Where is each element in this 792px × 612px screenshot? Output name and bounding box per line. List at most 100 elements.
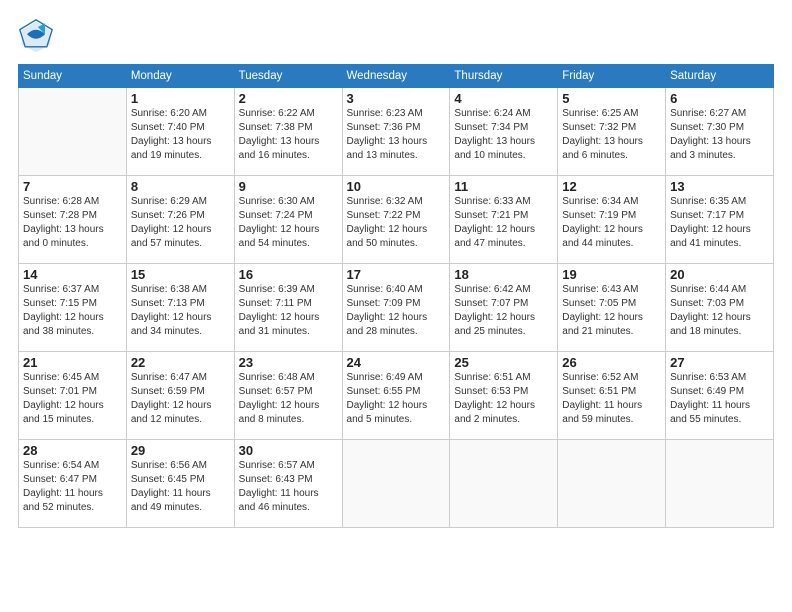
day-number: 10 (347, 179, 446, 194)
day-info: Sunrise: 6:32 AM Sunset: 7:22 PM Dayligh… (347, 195, 446, 251)
calendar-cell: 19Sunrise: 6:43 AM Sunset: 7:05 PM Dayli… (558, 264, 666, 352)
calendar-week-row: 1Sunrise: 6:20 AM Sunset: 7:40 PM Daylig… (19, 88, 774, 176)
calendar-cell: 29Sunrise: 6:56 AM Sunset: 6:45 PM Dayli… (126, 440, 234, 528)
calendar-header-thursday: Thursday (450, 65, 558, 88)
calendar-cell: 27Sunrise: 6:53 AM Sunset: 6:49 PM Dayli… (666, 352, 774, 440)
day-number: 5 (562, 91, 661, 106)
calendar-cell: 24Sunrise: 6:49 AM Sunset: 6:55 PM Dayli… (342, 352, 450, 440)
calendar-header-sunday: Sunday (19, 65, 127, 88)
calendar-cell: 30Sunrise: 6:57 AM Sunset: 6:43 PM Dayli… (234, 440, 342, 528)
day-number: 2 (239, 91, 338, 106)
calendar-cell: 28Sunrise: 6:54 AM Sunset: 6:47 PM Dayli… (19, 440, 127, 528)
calendar-cell: 5Sunrise: 6:25 AM Sunset: 7:32 PM Daylig… (558, 88, 666, 176)
calendar-header-row: SundayMondayTuesdayWednesdayThursdayFrid… (19, 65, 774, 88)
day-number: 1 (131, 91, 230, 106)
calendar-cell: 26Sunrise: 6:52 AM Sunset: 6:51 PM Dayli… (558, 352, 666, 440)
day-info: Sunrise: 6:42 AM Sunset: 7:07 PM Dayligh… (454, 283, 553, 339)
calendar-cell: 2Sunrise: 6:22 AM Sunset: 7:38 PM Daylig… (234, 88, 342, 176)
calendar-cell: 10Sunrise: 6:32 AM Sunset: 7:22 PM Dayli… (342, 176, 450, 264)
day-number: 15 (131, 267, 230, 282)
header (18, 18, 774, 54)
day-number: 27 (670, 355, 769, 370)
day-number: 4 (454, 91, 553, 106)
calendar-cell: 21Sunrise: 6:45 AM Sunset: 7:01 PM Dayli… (19, 352, 127, 440)
day-number: 14 (23, 267, 122, 282)
day-number: 12 (562, 179, 661, 194)
day-number: 23 (239, 355, 338, 370)
day-number: 18 (454, 267, 553, 282)
calendar-table: SundayMondayTuesdayWednesdayThursdayFrid… (18, 64, 774, 528)
calendar-cell: 3Sunrise: 6:23 AM Sunset: 7:36 PM Daylig… (342, 88, 450, 176)
day-number: 19 (562, 267, 661, 282)
day-number: 24 (347, 355, 446, 370)
day-info: Sunrise: 6:25 AM Sunset: 7:32 PM Dayligh… (562, 107, 661, 163)
calendar-week-row: 28Sunrise: 6:54 AM Sunset: 6:47 PM Dayli… (19, 440, 774, 528)
day-info: Sunrise: 6:54 AM Sunset: 6:47 PM Dayligh… (23, 459, 122, 515)
calendar-cell: 18Sunrise: 6:42 AM Sunset: 7:07 PM Dayli… (450, 264, 558, 352)
day-number: 9 (239, 179, 338, 194)
day-info: Sunrise: 6:40 AM Sunset: 7:09 PM Dayligh… (347, 283, 446, 339)
day-number: 20 (670, 267, 769, 282)
day-info: Sunrise: 6:35 AM Sunset: 7:17 PM Dayligh… (670, 195, 769, 251)
day-number: 17 (347, 267, 446, 282)
day-number: 21 (23, 355, 122, 370)
day-info: Sunrise: 6:20 AM Sunset: 7:40 PM Dayligh… (131, 107, 230, 163)
day-number: 11 (454, 179, 553, 194)
calendar-cell: 9Sunrise: 6:30 AM Sunset: 7:24 PM Daylig… (234, 176, 342, 264)
calendar-header-monday: Monday (126, 65, 234, 88)
day-info: Sunrise: 6:53 AM Sunset: 6:49 PM Dayligh… (670, 371, 769, 427)
calendar-cell: 13Sunrise: 6:35 AM Sunset: 7:17 PM Dayli… (666, 176, 774, 264)
calendar-cell: 8Sunrise: 6:29 AM Sunset: 7:26 PM Daylig… (126, 176, 234, 264)
day-info: Sunrise: 6:49 AM Sunset: 6:55 PM Dayligh… (347, 371, 446, 427)
calendar-header-saturday: Saturday (666, 65, 774, 88)
day-number: 26 (562, 355, 661, 370)
calendar-cell: 17Sunrise: 6:40 AM Sunset: 7:09 PM Dayli… (342, 264, 450, 352)
day-number: 22 (131, 355, 230, 370)
calendar-cell: 11Sunrise: 6:33 AM Sunset: 7:21 PM Dayli… (450, 176, 558, 264)
calendar-cell: 12Sunrise: 6:34 AM Sunset: 7:19 PM Dayli… (558, 176, 666, 264)
day-info: Sunrise: 6:57 AM Sunset: 6:43 PM Dayligh… (239, 459, 338, 515)
day-info: Sunrise: 6:34 AM Sunset: 7:19 PM Dayligh… (562, 195, 661, 251)
calendar-cell (342, 440, 450, 528)
calendar-cell (450, 440, 558, 528)
logo (18, 18, 58, 54)
page: SundayMondayTuesdayWednesdayThursdayFrid… (0, 0, 792, 612)
day-number: 16 (239, 267, 338, 282)
day-number: 29 (131, 443, 230, 458)
calendar-cell: 15Sunrise: 6:38 AM Sunset: 7:13 PM Dayli… (126, 264, 234, 352)
calendar-week-row: 14Sunrise: 6:37 AM Sunset: 7:15 PM Dayli… (19, 264, 774, 352)
day-info: Sunrise: 6:23 AM Sunset: 7:36 PM Dayligh… (347, 107, 446, 163)
calendar-cell: 23Sunrise: 6:48 AM Sunset: 6:57 PM Dayli… (234, 352, 342, 440)
calendar-cell: 25Sunrise: 6:51 AM Sunset: 6:53 PM Dayli… (450, 352, 558, 440)
day-info: Sunrise: 6:29 AM Sunset: 7:26 PM Dayligh… (131, 195, 230, 251)
calendar-cell (666, 440, 774, 528)
day-number: 25 (454, 355, 553, 370)
day-number: 28 (23, 443, 122, 458)
calendar-cell (19, 88, 127, 176)
day-info: Sunrise: 6:22 AM Sunset: 7:38 PM Dayligh… (239, 107, 338, 163)
calendar-cell: 22Sunrise: 6:47 AM Sunset: 6:59 PM Dayli… (126, 352, 234, 440)
day-info: Sunrise: 6:30 AM Sunset: 7:24 PM Dayligh… (239, 195, 338, 251)
day-info: Sunrise: 6:39 AM Sunset: 7:11 PM Dayligh… (239, 283, 338, 339)
day-info: Sunrise: 6:43 AM Sunset: 7:05 PM Dayligh… (562, 283, 661, 339)
day-info: Sunrise: 6:45 AM Sunset: 7:01 PM Dayligh… (23, 371, 122, 427)
calendar-week-row: 21Sunrise: 6:45 AM Sunset: 7:01 PM Dayli… (19, 352, 774, 440)
calendar-cell: 1Sunrise: 6:20 AM Sunset: 7:40 PM Daylig… (126, 88, 234, 176)
calendar-cell: 4Sunrise: 6:24 AM Sunset: 7:34 PM Daylig… (450, 88, 558, 176)
day-info: Sunrise: 6:27 AM Sunset: 7:30 PM Dayligh… (670, 107, 769, 163)
day-number: 13 (670, 179, 769, 194)
day-info: Sunrise: 6:51 AM Sunset: 6:53 PM Dayligh… (454, 371, 553, 427)
day-number: 8 (131, 179, 230, 194)
calendar-cell (558, 440, 666, 528)
day-info: Sunrise: 6:48 AM Sunset: 6:57 PM Dayligh… (239, 371, 338, 427)
day-number: 7 (23, 179, 122, 194)
calendar-cell: 16Sunrise: 6:39 AM Sunset: 7:11 PM Dayli… (234, 264, 342, 352)
calendar-cell: 7Sunrise: 6:28 AM Sunset: 7:28 PM Daylig… (19, 176, 127, 264)
day-info: Sunrise: 6:44 AM Sunset: 7:03 PM Dayligh… (670, 283, 769, 339)
day-info: Sunrise: 6:24 AM Sunset: 7:34 PM Dayligh… (454, 107, 553, 163)
calendar-cell: 20Sunrise: 6:44 AM Sunset: 7:03 PM Dayli… (666, 264, 774, 352)
day-number: 6 (670, 91, 769, 106)
day-info: Sunrise: 6:52 AM Sunset: 6:51 PM Dayligh… (562, 371, 661, 427)
calendar-header-tuesday: Tuesday (234, 65, 342, 88)
calendar-cell: 6Sunrise: 6:27 AM Sunset: 7:30 PM Daylig… (666, 88, 774, 176)
